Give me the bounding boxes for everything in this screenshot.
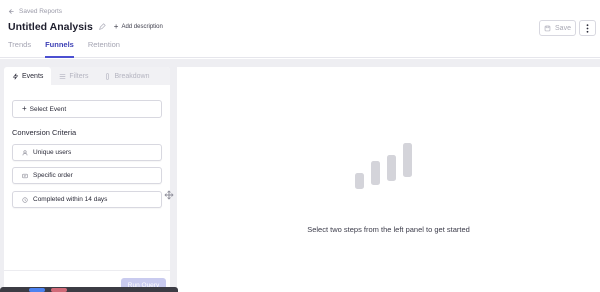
bolt-icon: [12, 73, 19, 79]
query-builder-tabs: Events Filters Breakdown: [4, 67, 170, 85]
more-options-button[interactable]: [579, 20, 596, 36]
title-row: Untitled Analysis + Add description: [8, 21, 163, 33]
save-button[interactable]: Save: [539, 20, 576, 36]
order-icon: [22, 173, 28, 178]
page-title[interactable]: Untitled Analysis: [8, 21, 93, 33]
save-label: Save: [555, 24, 571, 32]
bottom-dock: [0, 287, 178, 292]
arrow-left-icon: [8, 9, 14, 14]
tab-events-label: Events: [22, 72, 44, 80]
select-event-button[interactable]: + Select Event: [12, 100, 162, 118]
unique-users-button[interactable]: Unique users: [12, 144, 162, 161]
more-vertical-icon: [586, 23, 589, 33]
tab-events[interactable]: Events: [4, 67, 52, 85]
tab-filters-label: Filters: [69, 72, 89, 80]
results-panel: Select two steps from the left panel to …: [177, 67, 600, 292]
breakdown-icon: [106, 72, 110, 80]
dock-app-icon[interactable]: [51, 288, 67, 292]
user-icon: [22, 149, 28, 155]
conversion-criteria-heading: Conversion Criteria: [12, 128, 77, 137]
analysis-tabs: Trends Funnels Retention: [8, 40, 120, 58]
save-icon: [544, 25, 551, 31]
filter-icon: [60, 73, 66, 79]
panel-resize-handle[interactable]: [164, 190, 174, 200]
completed-within-button[interactable]: Completed within 14 days: [12, 191, 162, 208]
tab-filters[interactable]: Filters: [51, 67, 96, 85]
pencil-icon[interactable]: [98, 23, 106, 31]
workspace: Events Filters Breakdown + Select Event …: [0, 59, 600, 292]
plus-icon: +: [113, 22, 119, 31]
report-header: Saved Reports Untitled Analysis + Add de…: [0, 0, 600, 58]
query-builder-panel: Events Filters Breakdown + Select Event …: [4, 67, 170, 292]
empty-state-message: Select two steps from the left panel to …: [307, 225, 470, 234]
select-event-label: Select Event: [29, 105, 67, 113]
specific-order-button[interactable]: Specific order: [12, 167, 162, 184]
add-description-label: Add description: [121, 24, 163, 30]
completed-within-label: Completed within 14 days: [33, 196, 108, 203]
specific-order-label: Specific order: [33, 172, 73, 179]
tab-breakdown-label: Breakdown: [114, 72, 150, 80]
tab-funnels[interactable]: Funnels: [45, 40, 74, 58]
clock-icon: [22, 196, 28, 203]
panel-footer-divider: [4, 270, 170, 271]
back-link-label: Saved Reports: [19, 8, 62, 15]
tab-trends[interactable]: Trends: [8, 40, 31, 58]
add-description-button[interactable]: + Add description: [114, 23, 163, 31]
tab-retention[interactable]: Retention: [88, 40, 120, 58]
bar-chart-icon: [355, 143, 412, 189]
tab-breakdown[interactable]: Breakdown: [96, 67, 157, 85]
plus-icon: +: [22, 104, 27, 113]
back-link[interactable]: Saved Reports: [8, 8, 62, 15]
unique-users-label: Unique users: [33, 149, 72, 156]
dock-app-icon[interactable]: [29, 288, 45, 292]
